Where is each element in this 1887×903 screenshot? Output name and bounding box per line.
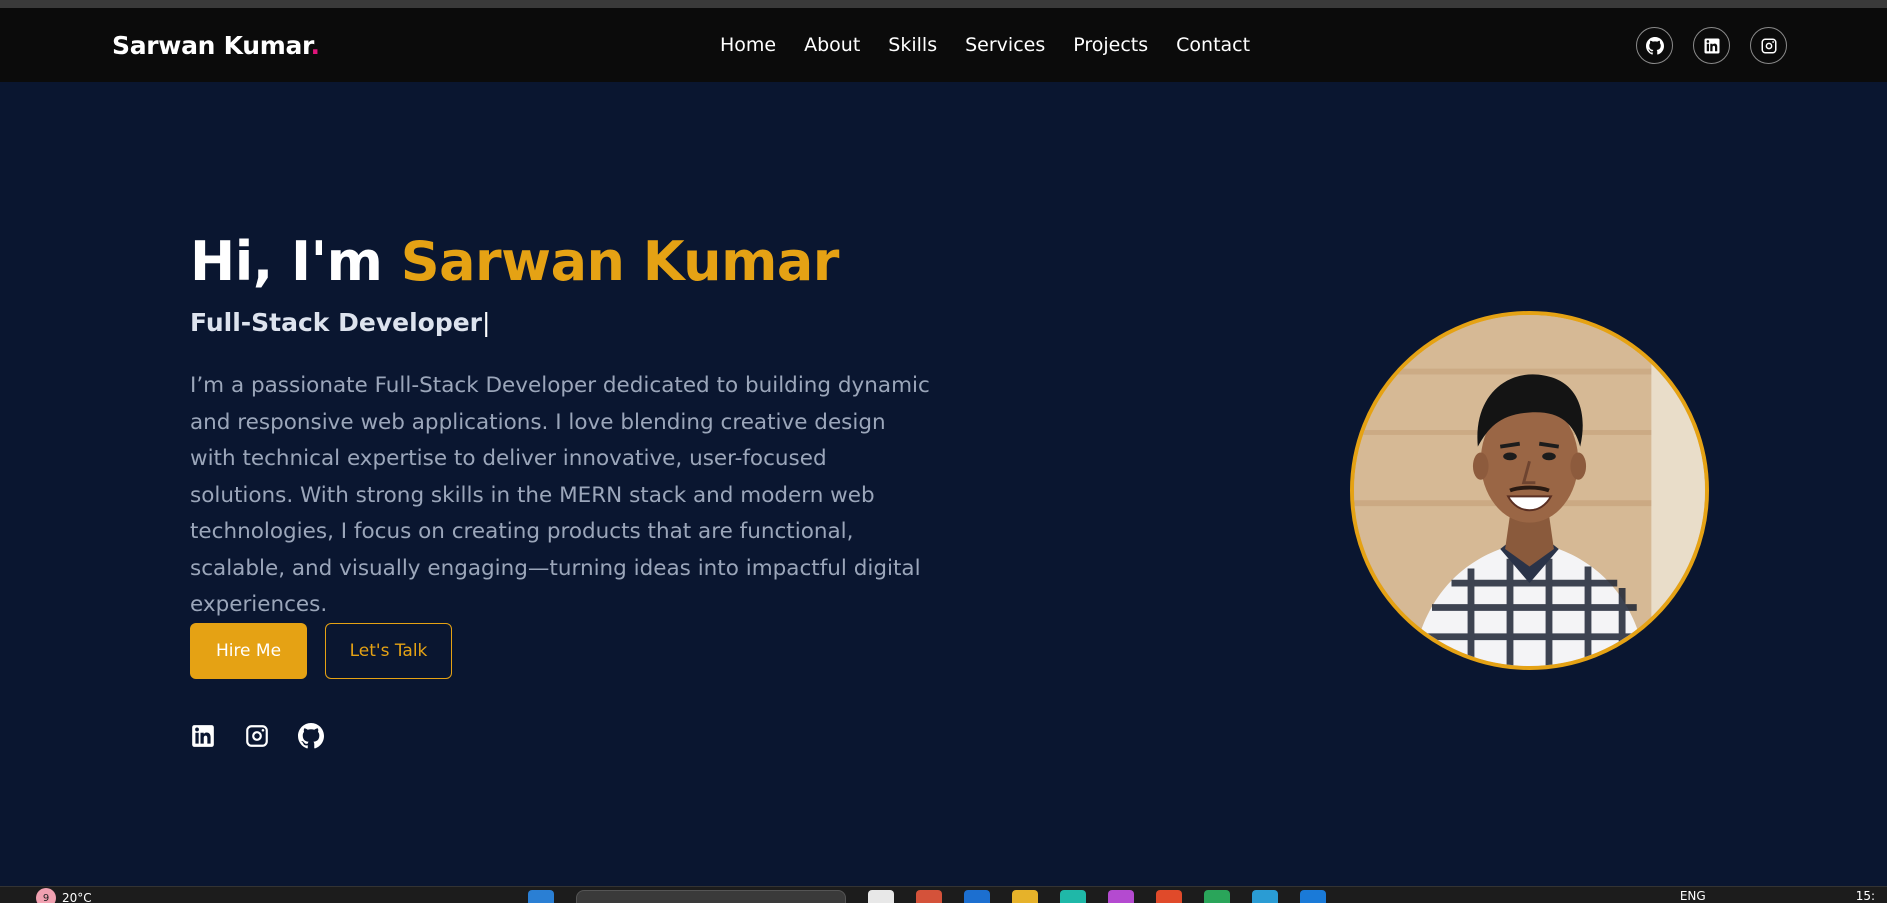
hero-buttons: Hire Me Let's Talk [190, 623, 452, 679]
window-top-strip [0, 0, 1887, 8]
linkedin-icon [1704, 38, 1719, 53]
hero-description: I’m a passionate Full-Stack Developer de… [190, 373, 930, 617]
navbar: Sarwan Kumar. Home About Skills Services… [0, 8, 1887, 82]
hero-instagram-link[interactable] [244, 723, 270, 749]
nav-github-button[interactable] [1636, 27, 1673, 64]
profile-avatar-illustration [1354, 315, 1705, 666]
taskbar-app-icon[interactable] [916, 890, 942, 903]
hero-greeting: Hi, I'm [190, 230, 401, 293]
taskbar-app-icon[interactable] [964, 890, 990, 903]
typing-cursor: | [482, 308, 491, 337]
github-icon [1645, 36, 1664, 55]
taskbar-app-icon[interactable] [1060, 890, 1086, 903]
hire-me-button[interactable]: Hire Me [190, 623, 307, 679]
nav-link-home[interactable]: Home [720, 34, 776, 56]
lets-talk-button[interactable]: Let's Talk [325, 623, 452, 679]
taskbar-app-icon[interactable] [1204, 890, 1230, 903]
taskbar-weather[interactable]: 9 20°C [36, 888, 92, 903]
nav-link-services[interactable]: Services [965, 34, 1045, 56]
nav-linkedin-button[interactable] [1693, 27, 1730, 64]
instagram-icon [246, 725, 268, 747]
instagram-icon [1761, 38, 1776, 53]
taskbar-app-icon[interactable] [868, 890, 894, 903]
taskbar-search[interactable] [576, 890, 846, 903]
hero-role-text: Full-Stack Developer [190, 308, 483, 337]
taskbar-apps [528, 890, 1326, 903]
hero-social-links [190, 723, 324, 749]
hero-title: Hi, I'm Sarwan Kumar [190, 230, 839, 293]
os-taskbar: 9 20°C ENG 15: [0, 886, 1887, 903]
taskbar-app-icon[interactable] [1252, 890, 1278, 903]
github-icon [298, 723, 324, 749]
nav-social-links [1636, 27, 1787, 64]
brand-dot: . [310, 31, 321, 60]
hero-role: Full-Stack Developer| [190, 308, 490, 337]
brand-logo[interactable]: Sarwan Kumar. [112, 31, 320, 60]
language-indicator[interactable]: ENG [1680, 889, 1706, 903]
taskbar-app-icon[interactable] [1108, 890, 1134, 903]
linkedin-icon [192, 725, 214, 747]
nav-link-contact[interactable]: Contact [1176, 34, 1250, 56]
hero-name: Sarwan Kumar [400, 230, 840, 293]
clock[interactable]: 15: [1856, 889, 1875, 903]
nav-link-about[interactable]: About [804, 34, 860, 56]
hero-linkedin-link[interactable] [190, 723, 216, 749]
windows-start-icon[interactable] [528, 890, 554, 903]
weather-badge: 9 [36, 888, 56, 903]
taskbar-tray: ENG 15: [1680, 889, 1875, 903]
nav-link-projects[interactable]: Projects [1073, 34, 1148, 56]
nav-link-skills[interactable]: Skills [888, 34, 937, 56]
taskbar-app-icon[interactable] [1156, 890, 1182, 903]
weather-temperature: 20°C [62, 891, 92, 903]
brand-name: Sarwan Kumar [112, 31, 311, 60]
main-nav: Home About Skills Services Projects Cont… [720, 34, 1250, 56]
hero-github-link[interactable] [298, 723, 324, 749]
nav-instagram-button[interactable] [1750, 27, 1787, 64]
profile-photo [1350, 311, 1709, 670]
taskbar-app-icon[interactable] [1012, 890, 1038, 903]
taskbar-app-icon[interactable] [1300, 890, 1326, 903]
